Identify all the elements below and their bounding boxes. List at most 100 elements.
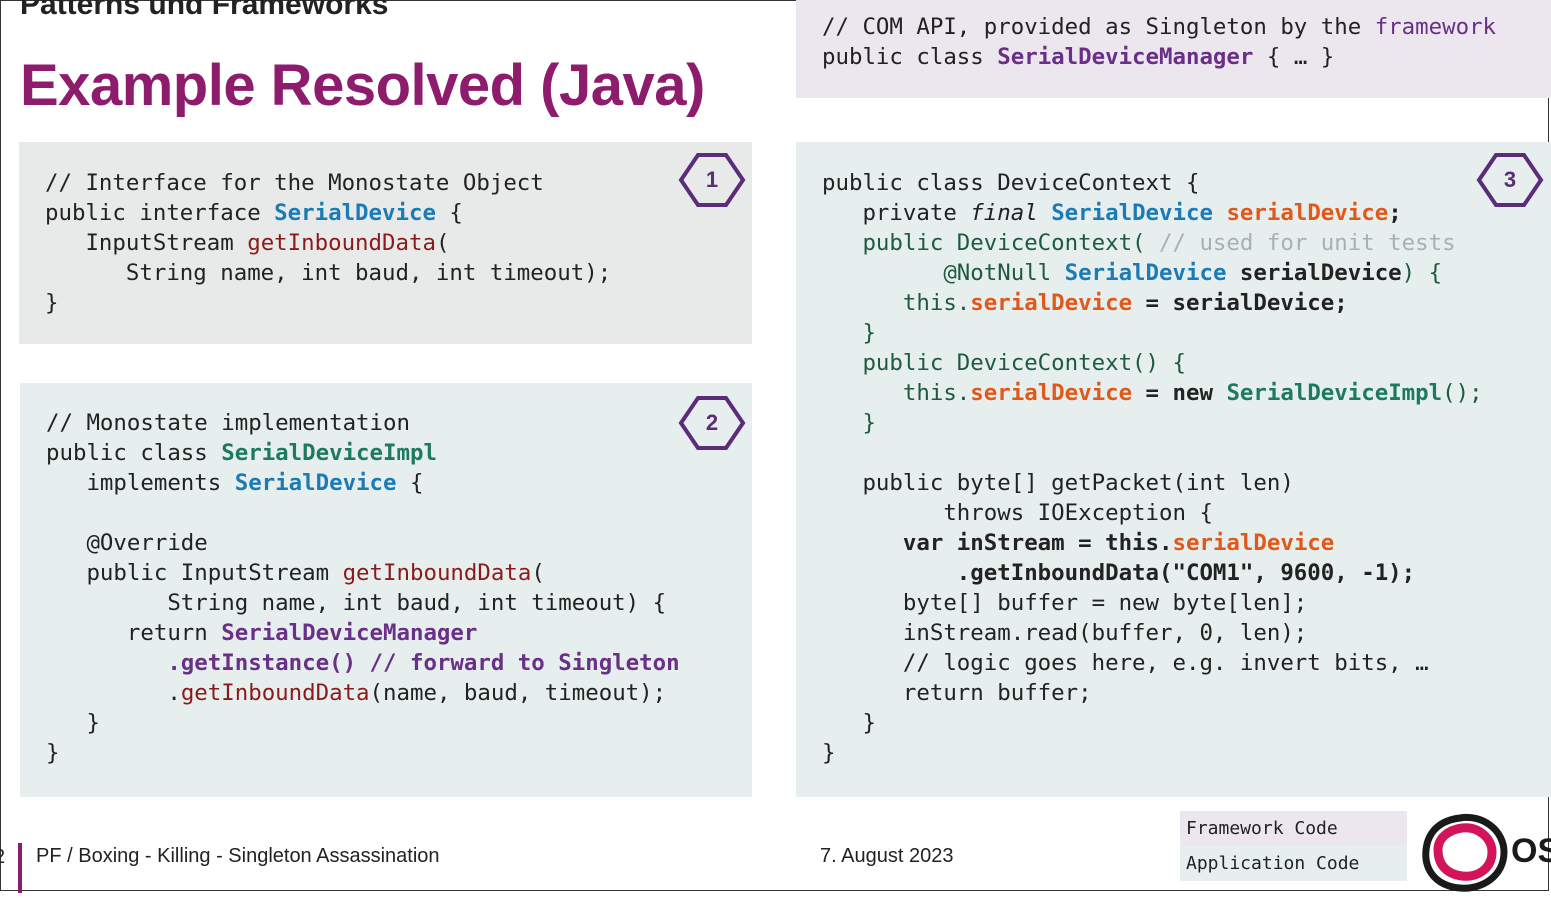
code-line: public class SerialDeviceImpl bbox=[46, 438, 752, 468]
code-token: { bbox=[435, 200, 463, 226]
code-line: public DeviceContext() { bbox=[822, 348, 1551, 378]
code-token: inStream.read(buffer, 0, len); bbox=[822, 620, 1308, 646]
code-token: SerialDevice bbox=[1051, 200, 1213, 226]
code-line: String name, int baud, int timeout) { bbox=[46, 588, 752, 618]
code-line: return buffer; bbox=[822, 678, 1551, 708]
code-line: .getInstance() // forward to Singleton bbox=[46, 648, 752, 678]
code-line: public InputStream getInboundData( bbox=[46, 558, 752, 588]
code-token: ( bbox=[435, 230, 450, 256]
code-line: public class DeviceContext { bbox=[822, 168, 1551, 198]
code-block-device-context: public class DeviceContext { private fin… bbox=[796, 142, 1551, 797]
code-token: SerialDeviceManager bbox=[997, 44, 1254, 70]
code-token: getInboundData bbox=[247, 230, 436, 256]
code-line: .getInboundData("COM1", 9600, -1); bbox=[822, 558, 1551, 588]
code-token: public DeviceContext() { bbox=[822, 350, 1186, 376]
code-token: serialDevice bbox=[1226, 200, 1389, 226]
code-line: private final SerialDevice serialDevice; bbox=[822, 198, 1551, 228]
code-token: SerialDevice bbox=[234, 470, 397, 496]
code-line: // Interface for the Monostate Object bbox=[45, 168, 752, 198]
code-line: .getInboundData(name, baud, timeout); bbox=[46, 678, 752, 708]
code-token: ; bbox=[1388, 200, 1402, 226]
code-line: } bbox=[45, 288, 752, 318]
code-line: } bbox=[46, 708, 752, 738]
code-token: . bbox=[46, 680, 181, 706]
code-token: this. bbox=[822, 380, 971, 406]
code-token: SerialDevice bbox=[1064, 260, 1227, 286]
code-token: = serialDevice; bbox=[1132, 290, 1348, 316]
code-token: } bbox=[46, 740, 60, 766]
code-line: // COM API, provided as Singleton by the… bbox=[822, 12, 1551, 42]
code-token: // used for unit tests bbox=[1159, 230, 1456, 256]
step-badge-3-label: 3 bbox=[1503, 167, 1517, 192]
code-token: @Override bbox=[46, 530, 208, 556]
code-token: public class bbox=[46, 440, 222, 466]
code-token: = new bbox=[1132, 380, 1227, 406]
code-token: (); bbox=[1442, 380, 1483, 406]
code-line: byte[] buffer = new byte[len]; bbox=[822, 588, 1551, 618]
code-token: serialDevice bbox=[1172, 530, 1335, 556]
code-line: @Override bbox=[46, 528, 752, 558]
code-token: // Monostate implementation bbox=[46, 410, 410, 436]
footer-title: PF / Boxing - Killing - Singleton Assass… bbox=[36, 845, 440, 867]
code-token: String name, int baud, int timeout); bbox=[45, 260, 612, 286]
code-token: public InputStream bbox=[46, 560, 343, 586]
legend-application-code: Application Code bbox=[1180, 846, 1407, 881]
page-title: Example Resolved (Java) bbox=[20, 53, 705, 118]
code-token: serialDevice bbox=[970, 290, 1133, 316]
code-line: public DeviceContext( // used for unit t… bbox=[822, 228, 1551, 258]
code-token: } bbox=[45, 290, 59, 316]
code-token: SerialDeviceImpl bbox=[1226, 380, 1443, 406]
code-token: SerialDevice bbox=[274, 200, 436, 226]
section-title: Patterns und Frameworks bbox=[20, 0, 389, 21]
step-badge-2: 2 bbox=[678, 395, 746, 451]
footer-accent-bar bbox=[18, 843, 22, 893]
code-line: return SerialDeviceManager bbox=[46, 618, 752, 648]
code-token: public interface bbox=[45, 200, 275, 226]
code-line: } bbox=[46, 738, 752, 768]
framework-code-block: // COM API, provided as Singleton by the… bbox=[796, 0, 1551, 98]
step-badge-2-label: 2 bbox=[705, 410, 719, 435]
code-line: var inStream = this.serialDevice bbox=[822, 528, 1551, 558]
code-token: // logic goes here, e.g. invert bits, … bbox=[822, 650, 1429, 676]
code-token: private bbox=[822, 200, 971, 226]
code-token: final bbox=[970, 200, 1038, 226]
legend-framework-code: Framework Code bbox=[1180, 811, 1407, 846]
code-token: // Interface for the Monostate Object bbox=[45, 170, 544, 196]
ost-logo-icon bbox=[1420, 812, 1510, 893]
code-token: ) { bbox=[1401, 260, 1443, 286]
code-line: @NotNull SerialDevice serialDevice) { bbox=[822, 258, 1551, 288]
code-block-implementation: // Monostate implementation public class … bbox=[20, 383, 752, 797]
code-line: } bbox=[822, 738, 1551, 768]
code-line: String name, int baud, int timeout); bbox=[45, 258, 752, 288]
code-token: byte[] buffer = new byte[len]; bbox=[822, 590, 1308, 616]
code-token: serialDevice bbox=[970, 380, 1133, 406]
code-token: return bbox=[46, 620, 222, 646]
code-line: this.serialDevice = new SerialDeviceImpl… bbox=[822, 378, 1551, 408]
code-token: getInboundData bbox=[180, 680, 370, 706]
code-token: } bbox=[822, 740, 836, 766]
code-token: implements bbox=[46, 470, 235, 496]
code-token: serialDevice bbox=[1226, 260, 1402, 286]
code-line: public byte[] getPacket(int len) bbox=[822, 468, 1551, 498]
code-token: } bbox=[822, 410, 876, 436]
code-token: this. bbox=[822, 290, 971, 316]
code-token: String name, int baud, int timeout) { bbox=[46, 590, 667, 616]
code-legend: Framework Code Application Code bbox=[1180, 811, 1407, 881]
code-token: framework bbox=[1374, 14, 1497, 40]
code-token: public byte[] getPacket(int len) bbox=[822, 470, 1294, 496]
code-token: } bbox=[822, 320, 876, 346]
code-token: getInboundData bbox=[342, 560, 532, 586]
code-token: var inStream = this. bbox=[822, 530, 1173, 556]
code-token: .getInstance() // forward to Singleton bbox=[46, 650, 680, 676]
code-line: public interface SerialDevice { bbox=[45, 198, 752, 228]
code-line: inStream.read(buffer, 0, len); bbox=[822, 618, 1551, 648]
code-line: implements SerialDevice { bbox=[46, 468, 752, 498]
code-token: InputStream bbox=[45, 230, 248, 256]
code-line: } bbox=[822, 408, 1551, 438]
page-number: 2 bbox=[0, 846, 5, 869]
code-line: // logic goes here, e.g. invert bits, … bbox=[822, 648, 1551, 678]
